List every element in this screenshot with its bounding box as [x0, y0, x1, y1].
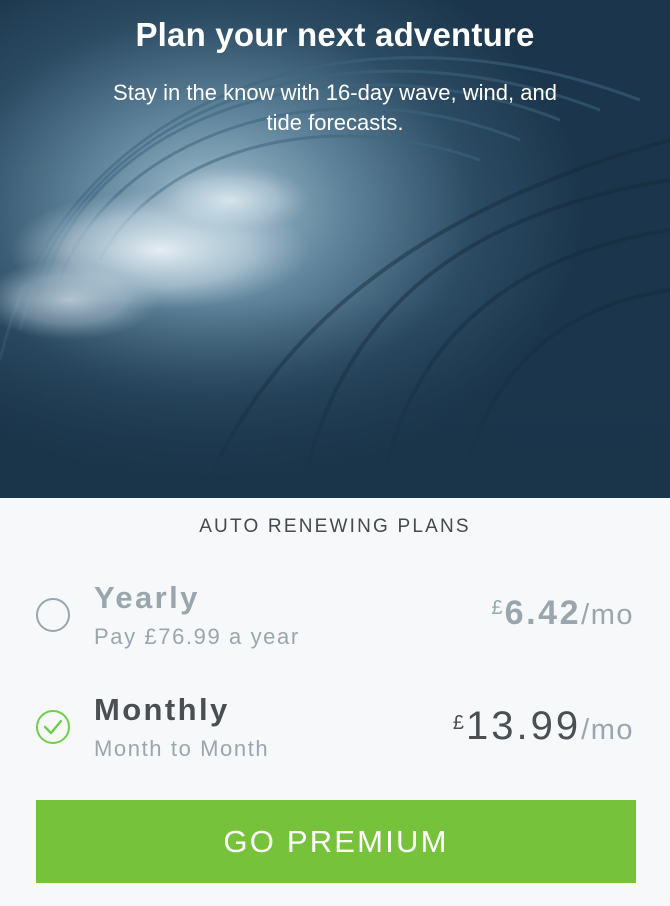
plan-name: Monthly — [94, 692, 230, 727]
hero-subtitle: Stay in the know with 16-day wave, wind,… — [113, 80, 557, 135]
plan-option-yearly[interactable]: Yearly Pay £76.99 a year £6.42/mo — [0, 576, 670, 676]
radio-checked-icon[interactable] — [36, 710, 70, 744]
price-currency: £ — [452, 712, 465, 734]
hero-title: Plan your next adventure — [135, 16, 535, 53]
hero-banner: Plan your next adventure Stay in the kno… — [0, 0, 670, 498]
checkmark-icon — [43, 719, 63, 735]
radio-unchecked-icon[interactable] — [36, 598, 70, 632]
price-unit: /mo — [581, 599, 634, 631]
plan-description: Month to Month — [94, 736, 270, 761]
price-unit: /mo — [581, 714, 634, 746]
go-premium-button[interactable]: GO PREMIUM — [36, 800, 636, 883]
price-amount: 13.99 — [466, 704, 582, 748]
price-currency: £ — [491, 597, 503, 619]
price-amount: 6.42 — [504, 594, 582, 632]
plans-heading: AUTO RENEWING PLANS — [199, 516, 471, 537]
plans-section: AUTO RENEWING PLANS Yearly Pay £76.99 a … — [0, 498, 670, 906]
plan-option-monthly[interactable]: Monthly Month to Month £13.99/mo — [0, 688, 670, 788]
plan-name: Yearly — [94, 580, 200, 615]
ocean-wave-image — [0, 0, 670, 498]
plan-price: £13.99/mo — [453, 704, 634, 749]
plan-price: £6.42/mo — [491, 594, 634, 633]
plan-description: Pay £76.99 a year — [94, 624, 300, 649]
